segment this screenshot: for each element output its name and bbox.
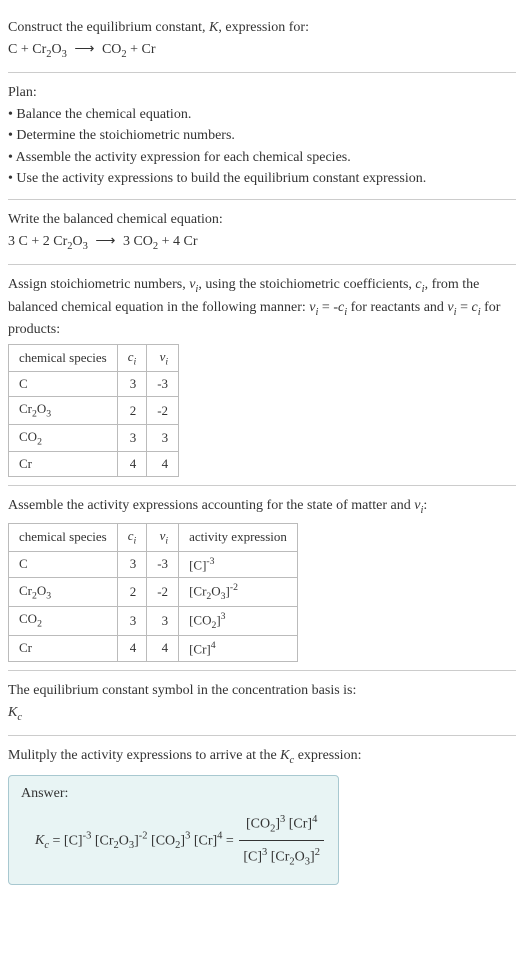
table-row: Cr 4 4 [Cr]4 bbox=[9, 635, 298, 661]
multiply-text: Mulitply the activity expressions to arr… bbox=[8, 746, 516, 768]
table-row: C 3 -3 bbox=[9, 372, 179, 397]
stoich-section: Assign stoichiometric numbers, νi, using… bbox=[8, 265, 516, 486]
balanced-heading: Write the balanced chemical equation: bbox=[8, 210, 516, 230]
cell-v: 3 bbox=[147, 424, 179, 452]
cell-c: 3 bbox=[117, 424, 147, 452]
table-row: CO2 3 3 bbox=[9, 424, 179, 452]
activity-section: Assemble the activity expressions accoun… bbox=[8, 486, 516, 671]
cell-species: Cr bbox=[9, 452, 118, 477]
cell-c: 3 bbox=[117, 606, 147, 635]
cell-c: 3 bbox=[117, 372, 147, 397]
table-row: CO2 3 3 [CO2]3 bbox=[9, 606, 298, 635]
symbol-text: The equilibrium constant symbol in the c… bbox=[8, 681, 516, 701]
cell-c: 4 bbox=[117, 452, 147, 477]
header-v: νi bbox=[147, 523, 179, 551]
symbol-value: Kc bbox=[8, 703, 516, 725]
cell-expr: [C]-3 bbox=[179, 551, 298, 577]
header-c: ci bbox=[117, 523, 147, 551]
table-row: Cr 4 4 bbox=[9, 452, 179, 477]
cell-c: 2 bbox=[117, 397, 147, 425]
plan-bullet: • Assemble the activity expression for e… bbox=[8, 148, 516, 168]
plan-bullet: • Determine the stoichiometric numbers. bbox=[8, 126, 516, 146]
cell-expr: [Cr]4 bbox=[179, 635, 298, 661]
intro-line: Construct the equilibrium constant, K, e… bbox=[8, 18, 516, 38]
cell-v: -2 bbox=[147, 577, 179, 606]
answer-equation: Kc = [C]-3 [Cr2O3]-2 [CO2]3 [Cr]4 = [CO2… bbox=[21, 808, 326, 874]
answer-box: Answer: Kc = [C]-3 [Cr2O3]-2 [CO2]3 [Cr]… bbox=[8, 775, 339, 885]
header-v: νi bbox=[147, 344, 179, 372]
fraction-numerator: [CO2]3 [Cr]4 bbox=[239, 808, 324, 842]
activity-text: Assemble the activity expressions accoun… bbox=[8, 496, 516, 518]
cell-c: 3 bbox=[117, 551, 147, 577]
header-species: chemical species bbox=[9, 523, 118, 551]
symbol-section: The equilibrium constant symbol in the c… bbox=[8, 671, 516, 736]
intro-text: Construct the equilibrium constant, K, e… bbox=[8, 20, 309, 35]
intro-section: Construct the equilibrium constant, K, e… bbox=[8, 8, 516, 73]
cell-c: 4 bbox=[117, 635, 147, 661]
plan-bullet: • Balance the chemical equation. bbox=[8, 105, 516, 125]
cell-v: -3 bbox=[147, 551, 179, 577]
header-c: ci bbox=[117, 344, 147, 372]
cell-species: Cr2O3 bbox=[9, 397, 118, 425]
answer-label: Answer: bbox=[21, 786, 326, 802]
multiply-section: Mulitply the activity expressions to arr… bbox=[8, 736, 516, 893]
balanced-section: Write the balanced chemical equation: 3 … bbox=[8, 200, 516, 265]
table-header-row: chemical species ci νi bbox=[9, 344, 179, 372]
cell-c: 2 bbox=[117, 577, 147, 606]
intro-equation: C + Cr2O3 ⟶ CO2 + Cr bbox=[8, 40, 516, 62]
cell-species: C bbox=[9, 372, 118, 397]
cell-v: 4 bbox=[147, 452, 179, 477]
plan-heading: Plan: bbox=[8, 83, 516, 103]
cell-expr: [CO2]3 bbox=[179, 606, 298, 635]
cell-species: CO2 bbox=[9, 424, 118, 452]
cell-v: -3 bbox=[147, 372, 179, 397]
stoich-text: Assign stoichiometric numbers, νi, using… bbox=[8, 275, 516, 340]
plan-section: Plan: • Balance the chemical equation. •… bbox=[8, 73, 516, 200]
activity-table: chemical species ci νi activity expressi… bbox=[8, 523, 298, 662]
table-row: Cr2O3 2 -2 bbox=[9, 397, 179, 425]
balanced-equation: 3 C + 2 Cr2O3 ⟶ 3 CO2 + 4 Cr bbox=[8, 232, 516, 254]
cell-species: CO2 bbox=[9, 606, 118, 635]
table-row: C 3 -3 [C]-3 bbox=[9, 551, 298, 577]
plan-bullet: • Use the activity expressions to build … bbox=[8, 169, 516, 189]
header-species: chemical species bbox=[9, 344, 118, 372]
stoich-table: chemical species ci νi C 3 -3 Cr2O3 2 -2… bbox=[8, 344, 179, 478]
cell-expr: [Cr2O3]-2 bbox=[179, 577, 298, 606]
cell-v: 4 bbox=[147, 635, 179, 661]
header-expr: activity expression bbox=[179, 523, 298, 551]
cell-species: Cr2O3 bbox=[9, 577, 118, 606]
cell-species: C bbox=[9, 551, 118, 577]
fraction-denominator: [C]3 [Cr2O3]2 bbox=[239, 841, 324, 874]
cell-species: Cr bbox=[9, 635, 118, 661]
cell-v: 3 bbox=[147, 606, 179, 635]
table-header-row: chemical species ci νi activity expressi… bbox=[9, 523, 298, 551]
table-row: Cr2O3 2 -2 [Cr2O3]-2 bbox=[9, 577, 298, 606]
cell-v: -2 bbox=[147, 397, 179, 425]
